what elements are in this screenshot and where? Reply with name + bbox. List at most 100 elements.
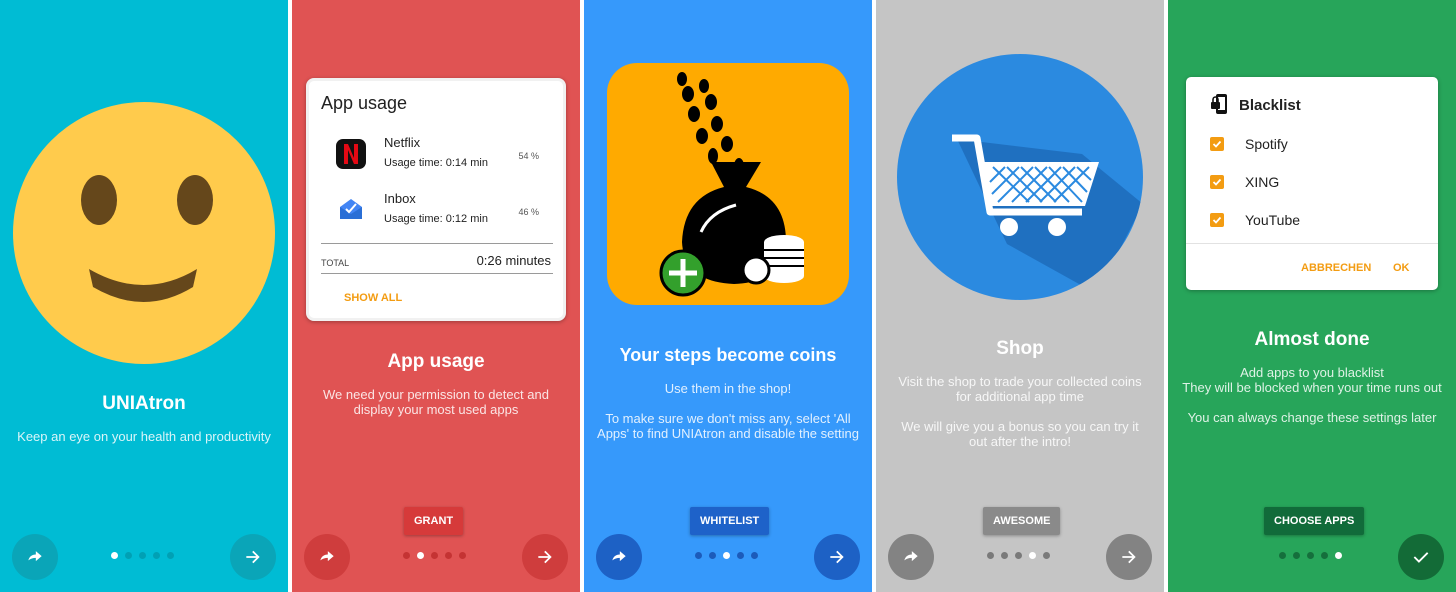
- screen-line-2: We will give you a bonus so you can try …: [901, 419, 1139, 449]
- page-dot: [125, 552, 132, 559]
- page-dot: [153, 552, 160, 559]
- done-button[interactable]: [1398, 534, 1444, 580]
- intro-screen-welcome: UNIAtron Keep an eye on your health and …: [0, 0, 288, 592]
- cancel-button[interactable]: ABBRECHEN: [1301, 262, 1371, 274]
- screen-line-3: You can always change these settings lat…: [1187, 410, 1437, 425]
- screen-line-2: They will be blocked when your time runs…: [1182, 380, 1442, 395]
- app-usage-percent: 54 %: [518, 151, 539, 161]
- next-button[interactable]: [1106, 534, 1152, 580]
- intro-screen-almost-done: Blacklist Spotify XING YouTube ABBRECHEN…: [1168, 0, 1456, 592]
- screen-line-1: Add apps to you blacklist: [1240, 365, 1384, 380]
- total-label: TOTAL: [321, 258, 350, 268]
- page-dot: [403, 552, 410, 559]
- arrow-right-icon: [1122, 550, 1136, 564]
- skip-icon: [904, 551, 918, 562]
- page-dot: [1001, 552, 1008, 559]
- awesome-button[interactable]: AWESOME: [983, 507, 1061, 535]
- next-button[interactable]: [814, 534, 860, 580]
- screen-title: App usage: [387, 351, 485, 372]
- divider: [321, 273, 553, 274]
- screen-description: We need your permission to detect and di…: [323, 387, 549, 417]
- grant-button[interactable]: GRANT: [404, 507, 464, 535]
- skip-button[interactable]: [304, 534, 350, 580]
- arrow-right-icon: [246, 550, 260, 564]
- screen-line-1: Visit the shop to trade your collected c…: [898, 374, 1142, 404]
- arrow-right-icon: [538, 550, 552, 564]
- page-indicator: [403, 552, 466, 560]
- checkmark-icon: [1212, 178, 1222, 186]
- intro-screen-app-usage: App usage Netflix Usage time: 0:14 min 5…: [292, 0, 580, 592]
- next-button[interactable]: [522, 534, 568, 580]
- screen-title: Shop: [996, 338, 1044, 359]
- app-usage-card: App usage Netflix Usage time: 0:14 min 5…: [306, 78, 566, 321]
- total-value: 0:26 minutes: [476, 253, 551, 268]
- page-dot: [1293, 552, 1300, 559]
- page-dot: [431, 552, 438, 559]
- divider: [1186, 243, 1438, 244]
- choose-apps-button[interactable]: CHOOSE APPS: [1264, 507, 1365, 535]
- inbox-icon: [340, 199, 362, 219]
- page-dot: [709, 552, 716, 559]
- ok-button[interactable]: OK: [1393, 262, 1410, 274]
- footsteps-money-bag-icon: [607, 63, 849, 305]
- page-indicator: [695, 552, 758, 560]
- skip-button[interactable]: [12, 534, 58, 580]
- app-name: Inbox: [384, 191, 416, 206]
- page-dot: [459, 552, 466, 559]
- page-dot: [987, 552, 994, 559]
- next-button[interactable]: [230, 534, 276, 580]
- intro-screen-coins: Your steps become coins Use them in the …: [584, 0, 872, 592]
- card-title: App usage: [321, 93, 408, 113]
- skip-icon: [320, 551, 334, 562]
- page-indicator: [987, 552, 1050, 560]
- page-dot: [445, 552, 452, 559]
- app-usage-time: Usage time: 0:12 min: [384, 213, 488, 225]
- screen-title: Your steps become coins: [619, 345, 837, 365]
- intro-screen-shop: Shop Visit the shop to trade your collec…: [876, 0, 1164, 592]
- page-dot: [1279, 552, 1286, 559]
- page-indicator: [111, 552, 174, 560]
- page-dot: [1043, 552, 1050, 559]
- show-all-button[interactable]: SHOW ALL: [344, 292, 402, 304]
- netflix-icon: [336, 139, 366, 169]
- page-dot: [1321, 552, 1328, 559]
- screen-description: Keep an eye on your health and productiv…: [17, 429, 271, 444]
- skip-icon: [612, 551, 626, 562]
- skip-button[interactable]: [888, 534, 934, 580]
- checkbox-spotify[interactable]: [1210, 137, 1224, 151]
- checkbox-label: XING: [1245, 174, 1280, 190]
- page-dot: [167, 552, 174, 559]
- whitelist-button[interactable]: WHITELIST: [690, 507, 770, 535]
- screen-title: UNIAtron: [102, 393, 186, 414]
- arrow-right-icon: [830, 550, 844, 564]
- page-dot: [1015, 552, 1022, 559]
- app-usage-time: Usage time: 0:14 min: [384, 157, 488, 169]
- checkbox-label: Spotify: [1245, 136, 1288, 152]
- page-dot: [1307, 552, 1314, 559]
- screen-title: Almost done: [1254, 329, 1370, 350]
- phone-lock-icon: [1211, 94, 1227, 114]
- skip-icon: [28, 551, 42, 562]
- checkbox-xing[interactable]: [1210, 175, 1224, 189]
- page-dot: [751, 552, 758, 559]
- dialog-title: Blacklist: [1239, 97, 1301, 114]
- smiley-face-icon: [13, 102, 275, 364]
- skip-button[interactable]: [596, 534, 642, 580]
- page-dot-active: [723, 552, 730, 559]
- page-dot-active: [1335, 552, 1342, 559]
- page-dot: [695, 552, 702, 559]
- screen-line-1: Use them in the shop!: [664, 381, 792, 396]
- checkbox-youtube[interactable]: [1210, 213, 1224, 227]
- screen-line-2: To make sure we don't miss any, select '…: [597, 411, 859, 441]
- page-indicator: [1279, 552, 1342, 560]
- divider: [321, 243, 553, 244]
- app-usage-percent: 46 %: [518, 207, 539, 217]
- page-dot-active: [111, 552, 118, 559]
- checkbox-label: YouTube: [1245, 212, 1301, 228]
- page-dot-active: [417, 552, 424, 559]
- checkmark-icon: [1212, 216, 1222, 224]
- page-dot: [737, 552, 744, 559]
- checkmark-icon: [1413, 552, 1429, 563]
- checkmark-icon: [1212, 140, 1222, 148]
- blacklist-dialog: Blacklist Spotify XING YouTube ABBRECHEN…: [1186, 77, 1438, 290]
